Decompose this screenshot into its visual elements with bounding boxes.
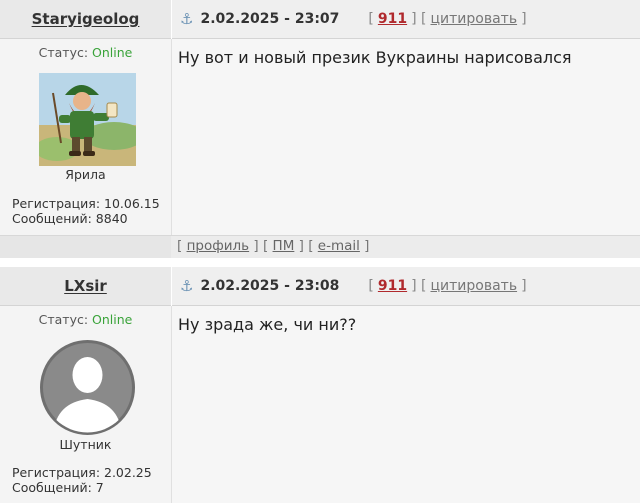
message-count: Сообщений: 7: [12, 480, 104, 495]
quote-link[interactable]: цитировать: [431, 278, 518, 294]
author-rank: Ярила: [65, 167, 106, 182]
message-count: Сообщений: 8840: [12, 211, 128, 226]
status-online: Online: [92, 312, 133, 327]
pm-link[interactable]: ПМ: [273, 238, 295, 254]
status-label: Статус:: [38, 312, 89, 327]
post-text: Ну зрада же, чи ни??: [178, 315, 357, 334]
forum-post: Staryigeolog ⚓ 2.02.2025 - 23:07 [911] […: [0, 0, 640, 262]
post-header: ⚓ 2.02.2025 - 23:07 [911] [цитировать]: [172, 0, 640, 39]
post-footer: [ профиль ] [ ПМ ] [ e-mail ]: [0, 235, 640, 258]
author-username-link[interactable]: Staryigeolog: [32, 10, 140, 28]
avatar: [39, 339, 136, 435]
post-text: Ну вот и новый презик Вукраины нарисовал…: [178, 48, 572, 67]
quote-link[interactable]: цитировать: [431, 11, 518, 27]
forum-post: LXsir ⚓ 2.02.2025 - 23:08 [911] [цитиров…: [0, 267, 640, 503]
default-user-icon: [40, 340, 135, 435]
post-number-link[interactable]: 911: [378, 278, 407, 294]
profile-links: [ профиль ] [ ПМ ] [ e-mail ]: [177, 238, 370, 254]
author-stats: Регистрация: 10.06.15 Сообщений: 8840: [12, 196, 160, 226]
email-link[interactable]: e-mail: [318, 238, 360, 254]
post-body: Ну вот и новый презик Вукраины нарисовал…: [172, 39, 640, 235]
post-links: [911] [цитировать]: [368, 11, 527, 27]
post-number-link[interactable]: 911: [378, 11, 407, 27]
profile-link[interactable]: профиль: [187, 238, 250, 254]
author-stats: Регистрация: 2.02.25 Сообщений: 7: [12, 465, 152, 495]
author-header: LXsir: [0, 267, 171, 306]
post-date: 2.02.2025 - 23:07: [200, 11, 340, 27]
post-body: Ну зрада же, чи ни??: [172, 306, 640, 503]
post-links: [911] [цитировать]: [368, 278, 527, 294]
author-status: Статус: Online: [0, 312, 171, 327]
registration-date: Регистрация: 2.02.25: [12, 465, 152, 480]
post-header: ⚓ 2.02.2025 - 23:08 [911] [цитировать]: [172, 267, 640, 306]
author-username-link[interactable]: LXsir: [64, 277, 107, 295]
anchor-icon[interactable]: ⚓: [180, 10, 193, 28]
status-online: Online: [92, 45, 133, 60]
author-header: Staryigeolog: [0, 0, 171, 39]
author-info-panel: Статус: Online Ярила Регистрация: 10.06.…: [0, 39, 172, 235]
status-label: Статус:: [38, 45, 89, 60]
registration-date: Регистрация: 10.06.15: [12, 196, 160, 211]
author-info-panel: Статус: Online Шутник Регистрация: 2.02.…: [0, 306, 172, 503]
avatar-dwarf-image: [35, 73, 144, 166]
author-rank: Шутник: [59, 437, 112, 452]
anchor-icon[interactable]: ⚓: [180, 277, 193, 295]
post-date: 2.02.2025 - 23:08: [200, 278, 340, 294]
avatar: [35, 73, 144, 166]
author-status: Статус: Online: [0, 45, 171, 60]
